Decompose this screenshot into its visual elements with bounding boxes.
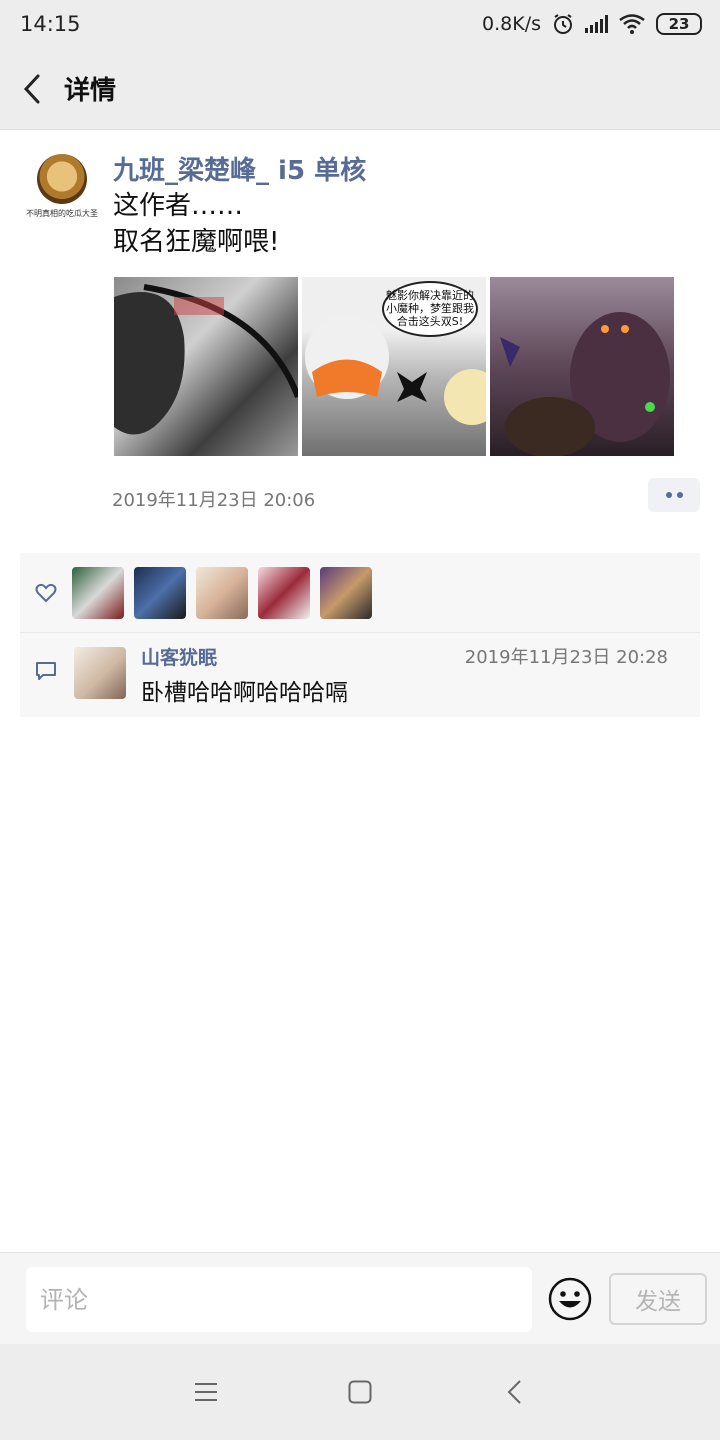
comment-text: 卧槽哈哈啊哈哈哈嗝 bbox=[141, 680, 348, 706]
back-triangle-icon bbox=[507, 1380, 521, 1404]
comment-author[interactable]: 山客犹眠 bbox=[141, 643, 217, 670]
status-bar: 14:15 0.8K/s 23 bbox=[0, 0, 720, 48]
post-text: 这作者…… 取名狂魔啊喂! bbox=[113, 188, 279, 260]
likes-row bbox=[20, 553, 700, 633]
emoji-icon[interactable] bbox=[547, 1276, 593, 1322]
post-timestamp: 2019年11月23日 20:06 bbox=[112, 490, 316, 511]
post-image-2[interactable]: 魅影你解决靠近的小魔种，梦笙跟我合击这头双S! bbox=[302, 277, 486, 456]
interactions-panel: 山客犹眠 2019年11月23日 20:28 卧槽哈哈啊哈哈哈嗝 bbox=[20, 553, 700, 717]
image-art bbox=[500, 312, 670, 456]
like-icon-cell bbox=[20, 583, 72, 603]
alarm-icon bbox=[554, 14, 572, 34]
like-avatars bbox=[72, 566, 372, 619]
system-nav-bar bbox=[0, 1344, 720, 1440]
like-avatar[interactable] bbox=[258, 566, 310, 619]
like-avatar[interactable] bbox=[320, 566, 372, 619]
author-avatar[interactable]: 不明真相的吃瓜大圣 bbox=[24, 154, 100, 230]
home-square-icon bbox=[348, 1380, 372, 1404]
more-actions-button[interactable] bbox=[648, 478, 700, 512]
post-text-line: 这作者…… bbox=[113, 191, 244, 221]
signal-icon bbox=[585, 15, 608, 33]
post-image-3[interactable] bbox=[490, 277, 674, 456]
comment-input[interactable] bbox=[26, 1267, 532, 1332]
page-title: 详情 bbox=[64, 76, 117, 106]
comment-icon-cell bbox=[20, 661, 72, 681]
status-icons: 0.8K/s 23 bbox=[482, 12, 702, 36]
image-art bbox=[114, 284, 298, 435]
back-button[interactable] bbox=[0, 48, 64, 130]
avatar-image bbox=[37, 154, 87, 204]
dot-icon bbox=[676, 492, 683, 498]
post-author[interactable]: 九班_梁楚峰_ i5 单核 bbox=[113, 150, 366, 187]
comment-avatar[interactable] bbox=[74, 647, 126, 699]
heart-icon bbox=[35, 583, 57, 602]
comment-composer: 发送 bbox=[0, 1252, 720, 1344]
title-bar: 详情 bbox=[0, 48, 720, 130]
post-image-1[interactable] bbox=[114, 277, 298, 456]
comment-item[interactable]: 山客犹眠 2019年11月23日 20:28 卧槽哈哈啊哈哈哈嗝 bbox=[20, 633, 700, 717]
nav-menu-button[interactable] bbox=[184, 1370, 228, 1414]
send-button[interactable]: 发送 bbox=[609, 1273, 707, 1325]
avatar-caption: 不明真相的吃瓜大圣 bbox=[26, 209, 98, 218]
wifi-icon bbox=[619, 14, 645, 34]
post-text-line: 取名狂魔啊喂! bbox=[113, 227, 280, 257]
nav-back-button[interactable] bbox=[492, 1370, 536, 1414]
dot-icon bbox=[665, 492, 672, 498]
like-avatar[interactable] bbox=[134, 566, 186, 619]
chevron-left-icon bbox=[23, 74, 40, 103]
like-avatar[interactable] bbox=[72, 566, 124, 619]
like-avatar[interactable] bbox=[196, 566, 248, 619]
battery-icon: 23 bbox=[656, 13, 702, 35]
net-speed: 0.8K/s bbox=[482, 13, 541, 35]
speech-bubble: 魅影你解决靠近的小魔种，梦笙跟我合击这头双S! bbox=[382, 281, 478, 337]
menu-icon bbox=[195, 1383, 217, 1401]
comment-icon bbox=[36, 662, 56, 680]
comment-time: 2019年11月23日 20:28 bbox=[464, 647, 668, 668]
status-time: 14:15 bbox=[20, 12, 81, 36]
nav-home-button[interactable] bbox=[338, 1370, 382, 1414]
post-images: 魅影你解决靠近的小魔种，梦笙跟我合击这头双S! bbox=[114, 277, 674, 456]
